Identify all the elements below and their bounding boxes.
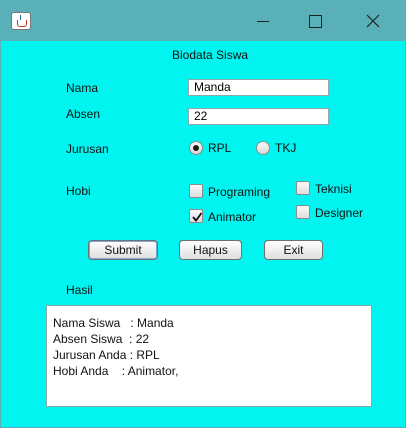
maximize-button[interactable] xyxy=(289,1,341,41)
checkbox-programing[interactable] xyxy=(189,184,203,198)
app-window: Biodata Siswa Nama Manda Absen 22 Jurusa… xyxy=(0,0,406,428)
checkbox-designer-label[interactable]: Designer xyxy=(315,206,363,220)
hobi-label: Hobi xyxy=(66,184,91,198)
submit-button[interactable]: Submit xyxy=(88,240,158,260)
checkbox-animator[interactable] xyxy=(189,209,203,223)
hasil-label: Hasil xyxy=(66,283,93,297)
checkbox-designer[interactable] xyxy=(296,205,310,219)
hasil-line-nama: Nama Siswa : Manda xyxy=(53,316,174,330)
radio-tkj[interactable] xyxy=(256,141,270,155)
nama-input[interactable]: Manda xyxy=(188,79,329,96)
absen-input[interactable]: 22 xyxy=(188,108,329,125)
minimize-icon xyxy=(257,20,269,22)
hasil-line-hobi: Hobi Anda : Animator, xyxy=(53,364,179,378)
minimize-button[interactable] xyxy=(237,1,289,41)
java-app-icon[interactable] xyxy=(11,12,31,30)
checkbox-programing-label[interactable]: Programing xyxy=(208,185,270,199)
checkbox-teknisi[interactable] xyxy=(296,181,310,195)
hasil-textarea[interactable]: Nama Siswa : Manda Absen Siswa : 22 Juru… xyxy=(46,305,372,407)
form-title: Biodata Siswa xyxy=(172,48,249,62)
hasil-line-absen: Absen Siswa : 22 xyxy=(53,332,150,346)
exit-button[interactable]: Exit xyxy=(264,240,323,260)
nama-label: Nama xyxy=(66,81,99,95)
checkbox-animator-label[interactable]: Animator xyxy=(208,210,256,224)
hapus-button[interactable]: Hapus xyxy=(179,240,242,260)
absen-label: Absen xyxy=(66,107,101,121)
close-button[interactable] xyxy=(347,1,399,41)
title-bar[interactable] xyxy=(1,1,405,41)
close-icon xyxy=(366,14,380,28)
radio-rpl-label[interactable]: RPL xyxy=(208,141,231,155)
jurusan-label: Jurusan xyxy=(66,142,109,156)
checkmark-icon xyxy=(192,212,203,222)
hasil-line-jurusan: Jurusan Anda : RPL xyxy=(53,348,160,362)
checkbox-teknisi-label[interactable]: Teknisi xyxy=(315,182,352,196)
maximize-icon xyxy=(308,14,322,28)
radio-tkj-label[interactable]: TKJ xyxy=(275,141,296,155)
radio-rpl[interactable] xyxy=(189,141,203,155)
